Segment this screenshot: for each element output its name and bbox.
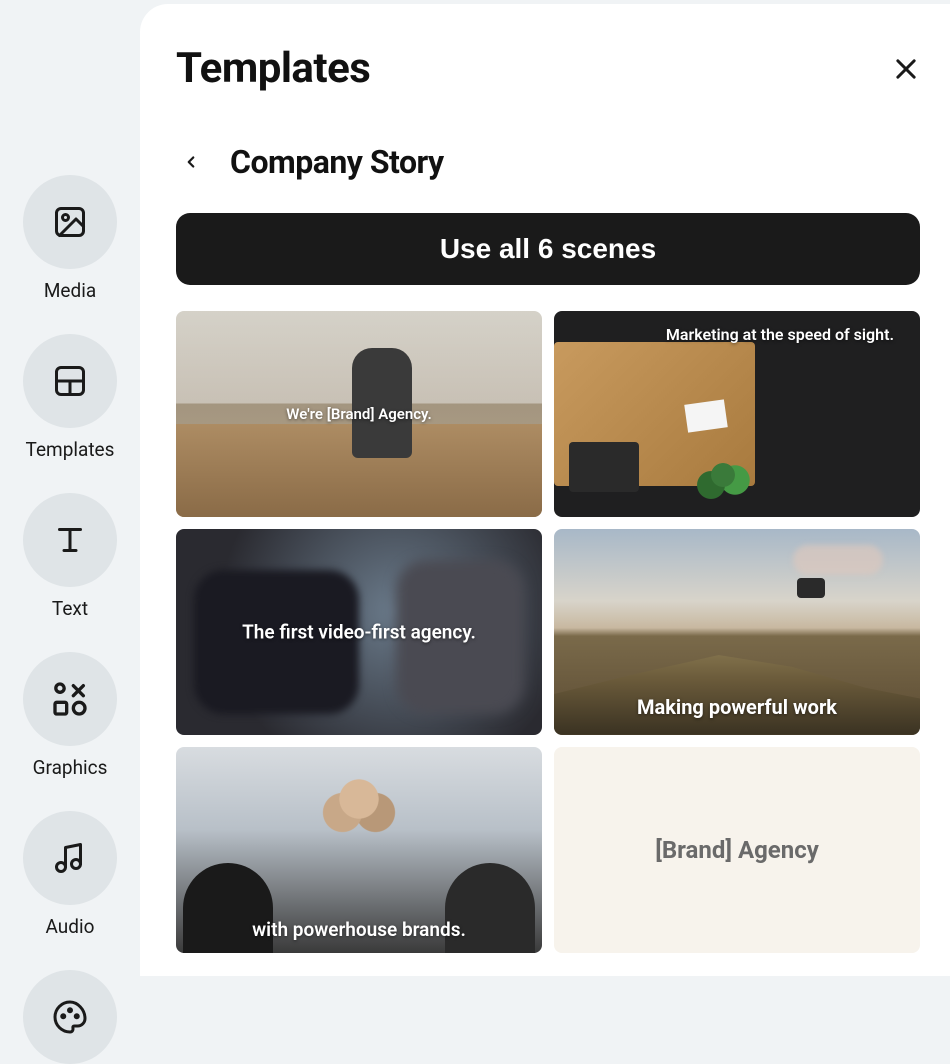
scene-caption: Marketing at the speed of sight. [656,325,904,344]
scene-caption: Making powerful work [627,695,847,719]
scene-caption: We're [Brand] Agency. [276,405,441,423]
category-title: Company Story [230,143,444,181]
graphics-icon [23,652,117,746]
templates-panel: Templates Company Story Use all 6 scenes… [140,4,950,976]
sidebar-item-label: Audio [46,915,95,938]
sidebar-item-media[interactable]: Media [23,175,117,302]
subheader: Company Story [176,143,920,181]
media-icon [23,175,117,269]
sidebar-item-graphics[interactable]: Graphics [23,652,117,779]
scene-caption: The first video-first agency. [232,620,486,643]
use-all-scenes-button[interactable]: Use all 6 scenes [176,213,920,285]
palette-icon [23,970,117,1064]
sidebar-item-audio[interactable]: Audio [23,811,117,938]
scene-caption: [Brand] Agency [645,836,829,864]
close-button[interactable] [892,55,920,83]
sidebar-item-text[interactable]: Text [23,493,117,620]
close-icon [892,55,920,83]
scene-card-5[interactable]: with powerhouse brands. [176,747,542,953]
text-icon [23,493,117,587]
chevron-left-icon [182,153,200,171]
templates-icon [23,334,117,428]
scene-card-4[interactable]: Making powerful work [554,529,920,735]
back-button[interactable] [176,147,206,177]
sidebar-item-templates[interactable]: Templates [23,334,117,461]
sidebar-item-label: Media [44,279,96,302]
scene-card-3[interactable]: The first video-first agency. [176,529,542,735]
panel-header: Templates [176,44,920,93]
scenes-grid: We're [Brand] Agency. Marketing at the s… [176,311,920,953]
scene-card-6[interactable]: [Brand] Agency [554,747,920,953]
sidebar-item-label: Text [52,597,88,620]
sidebar-item-label: Graphics [33,756,108,779]
sidebar: Media Templates Text Graphics Audio [0,0,140,976]
sidebar-item-styles[interactable] [23,970,117,1064]
scene-card-1[interactable]: We're [Brand] Agency. [176,311,542,517]
audio-icon [23,811,117,905]
sidebar-item-label: Templates [26,438,115,461]
scene-card-2[interactable]: Marketing at the speed of sight. [554,311,920,517]
scene-caption: with powerhouse brands. [242,918,476,941]
panel-title: Templates [176,44,370,93]
